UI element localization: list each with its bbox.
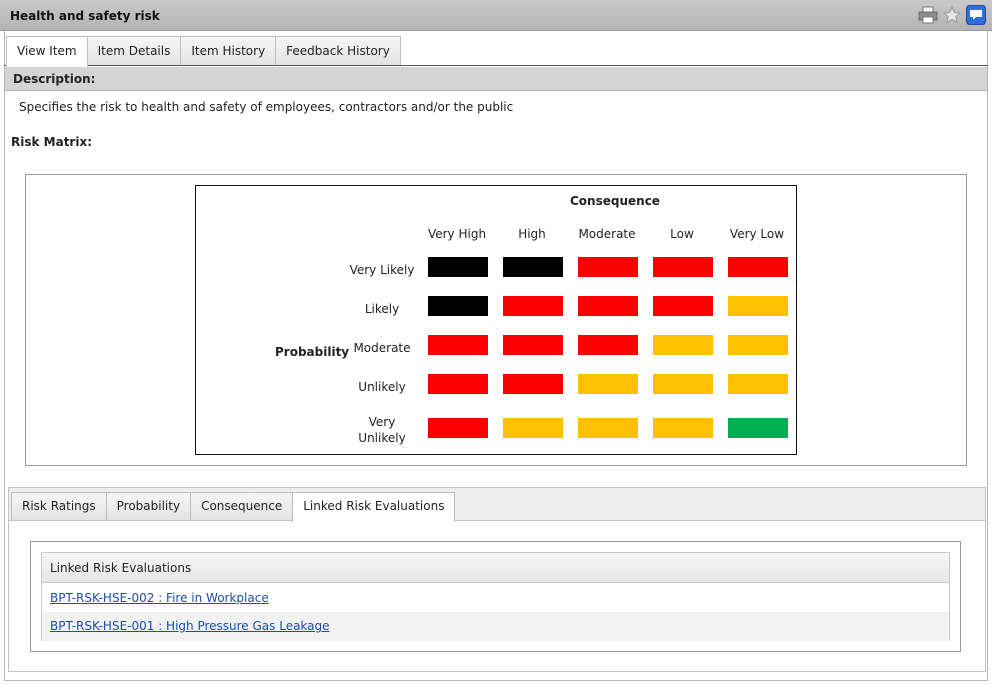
sub-tab-strip: Risk Ratings Probability Consequence Lin… <box>11 492 456 522</box>
risk-cell-red <box>428 374 488 394</box>
linked-evaluation-link[interactable]: BPT-RSK-HSE-001 : High Pressure Gas Leak… <box>50 619 330 633</box>
risk-cell-red <box>578 296 638 316</box>
column-header: High <box>518 227 546 241</box>
column-header: Very High <box>427 227 487 241</box>
risk-cell-red <box>503 374 563 394</box>
column-header: Very Low <box>729 227 785 241</box>
risk-cell-red <box>503 296 563 316</box>
risk-cell-red <box>503 335 563 355</box>
risk-cell-amber <box>653 418 713 438</box>
tab-feedback-history[interactable]: Feedback History <box>275 36 401 66</box>
row-label: Very Unlikely <box>358 415 406 445</box>
description-header-label: Description: <box>13 72 96 86</box>
risk-cell-black <box>428 296 488 316</box>
risk-cell-red <box>428 418 488 438</box>
tab-view-item[interactable]: View Item <box>6 36 88 67</box>
toolbar-icons <box>918 5 986 25</box>
description-header: Description: <box>5 67 987 91</box>
grid-header: Linked Risk Evaluations <box>42 553 949 583</box>
risk-cell-red <box>428 335 488 355</box>
risk-cell-amber <box>728 296 788 316</box>
tab-risk-ratings[interactable]: Risk Ratings <box>11 492 107 521</box>
star-icon[interactable] <box>942 5 962 25</box>
risk-cell-black <box>428 257 488 277</box>
sub-tab-divider <box>9 520 985 521</box>
consequence-title: Consequence <box>570 194 660 208</box>
risk-cell-amber <box>653 335 713 355</box>
risk-cell-amber <box>578 418 638 438</box>
risk-matrix <box>195 185 797 455</box>
risk-cell-amber <box>503 418 563 438</box>
risk-cell-red <box>653 257 713 277</box>
linked-evaluation-link[interactable]: BPT-RSK-HSE-002 : Fire in Workplace <box>50 591 269 605</box>
window-title: Health and safety risk <box>10 9 160 23</box>
risk-cell-red <box>578 335 638 355</box>
risk-cell-amber <box>728 335 788 355</box>
probability-title: Probability <box>275 345 350 359</box>
row-label: Likely <box>364 302 400 316</box>
title-bar: Health and safety risk <box>0 0 992 31</box>
risk-cell-black <box>503 257 563 277</box>
tab-divider <box>4 65 988 66</box>
risk-cell-amber <box>728 374 788 394</box>
feedback-icon[interactable] <box>966 5 986 25</box>
description-text: Specifies the risk to health and safety … <box>19 100 514 114</box>
risk-matrix-label: Risk Matrix: <box>11 135 92 149</box>
printer-icon[interactable] <box>918 5 938 25</box>
risk-cell-red <box>578 257 638 277</box>
list-item: BPT-RSK-HSE-002 : Fire in Workplace <box>42 584 949 613</box>
risk-cell-red <box>653 296 713 316</box>
list-item: BPT-RSK-HSE-001 : High Pressure Gas Leak… <box>42 612 949 641</box>
main-tab-strip: View Item Item Details Item History Feed… <box>6 36 401 67</box>
tab-item-history[interactable]: Item History <box>180 36 277 66</box>
risk-cell-amber <box>653 374 713 394</box>
row-label: Unlikely <box>358 380 406 394</box>
risk-cell-green <box>728 418 788 438</box>
risk-cell-red <box>728 257 788 277</box>
row-label: Moderate <box>353 341 411 355</box>
column-header: Low <box>670 227 694 241</box>
tab-linked-risk-evaluations[interactable]: Linked Risk Evaluations <box>292 492 456 522</box>
risk-cell-amber <box>578 374 638 394</box>
tab-item-details[interactable]: Item Details <box>86 36 182 66</box>
column-header: Moderate <box>578 227 636 241</box>
tab-consequence[interactable]: Consequence <box>190 492 294 521</box>
row-label: Very Likely <box>349 263 415 277</box>
tab-probability[interactable]: Probability <box>105 492 192 521</box>
